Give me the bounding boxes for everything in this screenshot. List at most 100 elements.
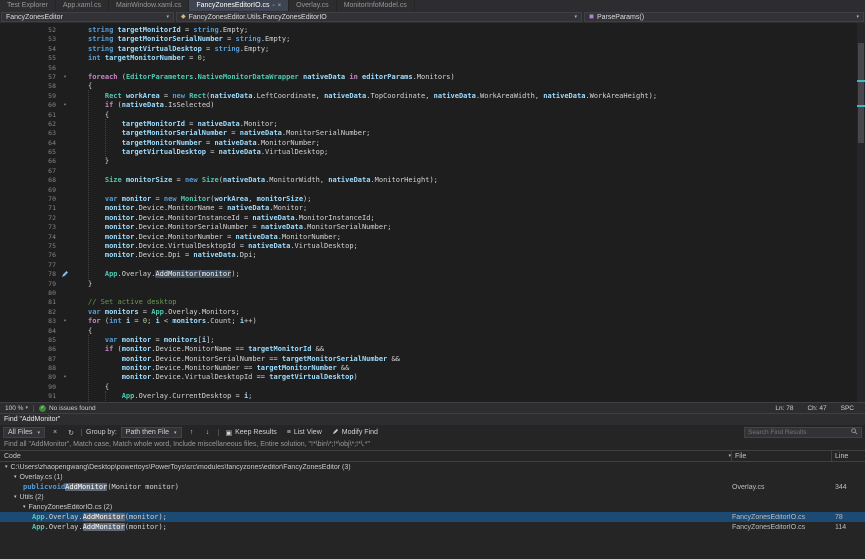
scrollbar-thumb[interactable]	[858, 43, 864, 143]
code-line[interactable]: 54string targetVirtualDesktop = string.E…	[0, 45, 857, 54]
code-line[interactable]: 91 App.Overlay.CurrentDesktop = i;	[0, 392, 857, 401]
code-line[interactable]: 82var monitors = App.Overlay.Monitors;	[0, 308, 857, 317]
code-line[interactable]: 65 targetVirtualDesktop = nativeData.Vir…	[0, 148, 857, 157]
find-result-group-row[interactable]: ▾FancyZonesEditorIO.cs (2)	[0, 502, 865, 512]
code-line[interactable]: 74 monitor.Device.MonitorNumber = native…	[0, 233, 857, 242]
column-header-code[interactable]: Code ▾	[0, 451, 732, 461]
column-header-file[interactable]: File	[732, 451, 832, 461]
find-result-row[interactable]: App.Overlay.AddMonitor(monitor);FancyZon…	[0, 512, 865, 522]
glyph-margin	[72, 139, 88, 148]
tab-overlay-cs[interactable]: Overlay.cs	[289, 0, 337, 11]
expander-icon[interactable]: ▾	[23, 504, 26, 510]
code-line[interactable]: 66 }	[0, 157, 857, 166]
code-line[interactable]: 60▾ if (nativeData.IsSelected)	[0, 101, 857, 110]
code-line[interactable]: 76 monitor.Device.Dpi = nativeData.Dpi;	[0, 251, 857, 260]
code-line[interactable]: 88 monitor.Device.MonitorNumber == targe…	[0, 364, 857, 373]
indent-mode-indicator[interactable]: SPC	[841, 405, 854, 412]
code-token: =	[172, 176, 185, 184]
expander-icon[interactable]: ▾	[5, 464, 8, 470]
tab-close-icon[interactable]: ×	[278, 3, 282, 9]
code-line[interactable]: 83▾for (int i = 0; i < monitors.Count; i…	[0, 317, 857, 326]
code-line[interactable]: 79}	[0, 280, 857, 289]
vertical-scrollbar[interactable]	[857, 23, 865, 402]
group-by-dropdown[interactable]: Path then File ▾	[121, 427, 182, 438]
code-line[interactable]: 80	[0, 289, 857, 298]
code-line[interactable]: 57▾foreach (EditorParameters.NativeMonit…	[0, 73, 857, 82]
code-token: (	[101, 317, 109, 325]
code-line[interactable]: 61 {	[0, 111, 857, 120]
code-line[interactable]: 71 monitor.Device.MonitorName = nativeDa…	[0, 204, 857, 213]
code-line[interactable]: 68 Size monitorSize = new Size(nativeDat…	[0, 176, 857, 185]
code-line[interactable]: 63 targetMonitorSerialNumber = nativeDat…	[0, 129, 857, 138]
fold-marker-icon[interactable]: ▾	[58, 317, 72, 326]
code-line[interactable]: 87 monitor.Device.MonitorSerialNumber ==…	[0, 355, 857, 364]
fold-marker-icon[interactable]: ▾	[58, 101, 72, 110]
code-token: nativeData	[434, 92, 476, 100]
find-result-group-row[interactable]: ▾Overlay.cs (1)	[0, 472, 865, 482]
tab-app-xaml-cs[interactable]: App.xaml.cs	[56, 0, 109, 11]
code-line[interactable]: 84{	[0, 327, 857, 336]
code-line[interactable]: 55int targetMonitorNumber = 0;	[0, 54, 857, 63]
project-dropdown[interactable]: FancyZonesEditor ▾	[1, 12, 174, 22]
tab-fancyzoneseditorio-cs[interactable]: FancyZonesEditorIO.cs▫×	[189, 0, 289, 11]
code-token: .MonitorHeight);	[370, 176, 437, 184]
search-results-input[interactable]	[748, 429, 848, 436]
expander-icon[interactable]: ▾	[14, 474, 17, 480]
zoom-control[interactable]: 100 % ▾	[5, 405, 28, 412]
code-token: monitor	[122, 355, 152, 363]
find-result-group-row[interactable]: ▾Utils (2)	[0, 492, 865, 502]
previous-result-button[interactable]: ↑	[186, 427, 198, 438]
search-results-box[interactable]	[744, 427, 862, 438]
code-line[interactable]: 85 var monitor = monitors[i];	[0, 336, 857, 345]
code-line[interactable]: 62 targetMonitorId = nativeData.Monitor;	[0, 120, 857, 129]
fold-margin	[58, 327, 72, 336]
list-view-toggle[interactable]: ≡ List View	[284, 427, 325, 438]
code-line[interactable]: 73 monitor.Device.MonitorSerialNumber = …	[0, 223, 857, 232]
find-result-row[interactable]: App.Overlay.AddMonitor(monitor);FancyZon…	[0, 522, 865, 532]
code-line[interactable]: 64 targetMonitorNumber = nativeData.Moni…	[0, 139, 857, 148]
code-line[interactable]: 59 Rect workArea = new Rect(nativeData.L…	[0, 92, 857, 101]
code-token: .Device.MonitorInstanceId =	[134, 214, 252, 222]
fold-marker-icon[interactable]: ▾	[58, 73, 72, 82]
code-line[interactable]: 52string targetMonitorId = string.Empty;	[0, 26, 857, 35]
glyph-margin	[72, 345, 88, 354]
tab-mainwindow-xaml-cs[interactable]: MainWindow.xaml.cs	[109, 0, 189, 11]
refresh-search-button[interactable]: ↻	[65, 427, 77, 438]
code-token: .Device.MonitorNumber ==	[151, 364, 256, 372]
code-line[interactable]: 78 App.Overlay.AddMonitor(monitor);	[0, 270, 857, 279]
type-dropdown[interactable]: ◆ FancyZonesEditor.Utils.FancyZonesEdito…	[176, 12, 582, 22]
code-line[interactable]: 72 monitor.Device.MonitorInstanceId = na…	[0, 214, 857, 223]
next-result-button[interactable]: ↓	[202, 427, 214, 438]
scope-dropdown[interactable]: All Files ▾	[3, 427, 45, 438]
code-line[interactable]: 75 monitor.Device.VirtualDesktopId = nat…	[0, 242, 857, 251]
code-line[interactable]: 81// Set active desktop	[0, 298, 857, 307]
code-line[interactable]: 58{	[0, 82, 857, 91]
code-line[interactable]: 53string targetMonitorSerialNumber = str…	[0, 35, 857, 44]
document-health-indicator[interactable]: ✓ No issues found	[39, 405, 96, 412]
expander-icon[interactable]: ▾	[14, 494, 17, 500]
clear-results-button[interactable]: ×	[49, 427, 61, 438]
member-dropdown[interactable]: ◼ ParseParams() ▾	[584, 12, 864, 22]
code-line[interactable]: 77	[0, 261, 857, 270]
code-line[interactable]: 67	[0, 167, 857, 176]
column-header-line[interactable]: Line	[832, 451, 865, 461]
code-editor[interactable]: 52string targetMonitorId = string.Empty;…	[0, 23, 865, 402]
glyph-margin	[72, 111, 88, 120]
code-line[interactable]: 56	[0, 64, 857, 73]
code-line[interactable]: 86 if (monitor.Device.MonitorName == tar…	[0, 345, 857, 354]
keep-results-toggle[interactable]: ▣ Keep Results	[223, 427, 280, 438]
tab-monitorinfomodel-cs[interactable]: MonitorInfoModel.cs	[337, 0, 415, 11]
tab-test-explorer[interactable]: Test Explorer	[0, 0, 56, 11]
code-line[interactable]: 69	[0, 186, 857, 195]
fold-marker-icon[interactable]: ▾	[58, 373, 72, 382]
code-line[interactable]: 90 {	[0, 383, 857, 392]
tab-pin-icon[interactable]: ▫	[272, 3, 274, 9]
find-result-row[interactable]: public void AddMonitor(Monitor monitor)O…	[0, 482, 865, 492]
code-line[interactable]: 70 var monitor = new Monitor(workArea, m…	[0, 195, 857, 204]
line-number: 64	[0, 139, 58, 148]
find-result-group-row[interactable]: ▾C:\Users\zhaopengwang\Desktop\powertoys…	[0, 462, 865, 472]
fold-margin	[58, 214, 72, 223]
modify-find-button[interactable]: Modify Find	[329, 427, 381, 438]
fold-margin	[58, 251, 72, 260]
code-line[interactable]: 89▾ monitor.Device.VirtualDesktopId == t…	[0, 373, 857, 382]
